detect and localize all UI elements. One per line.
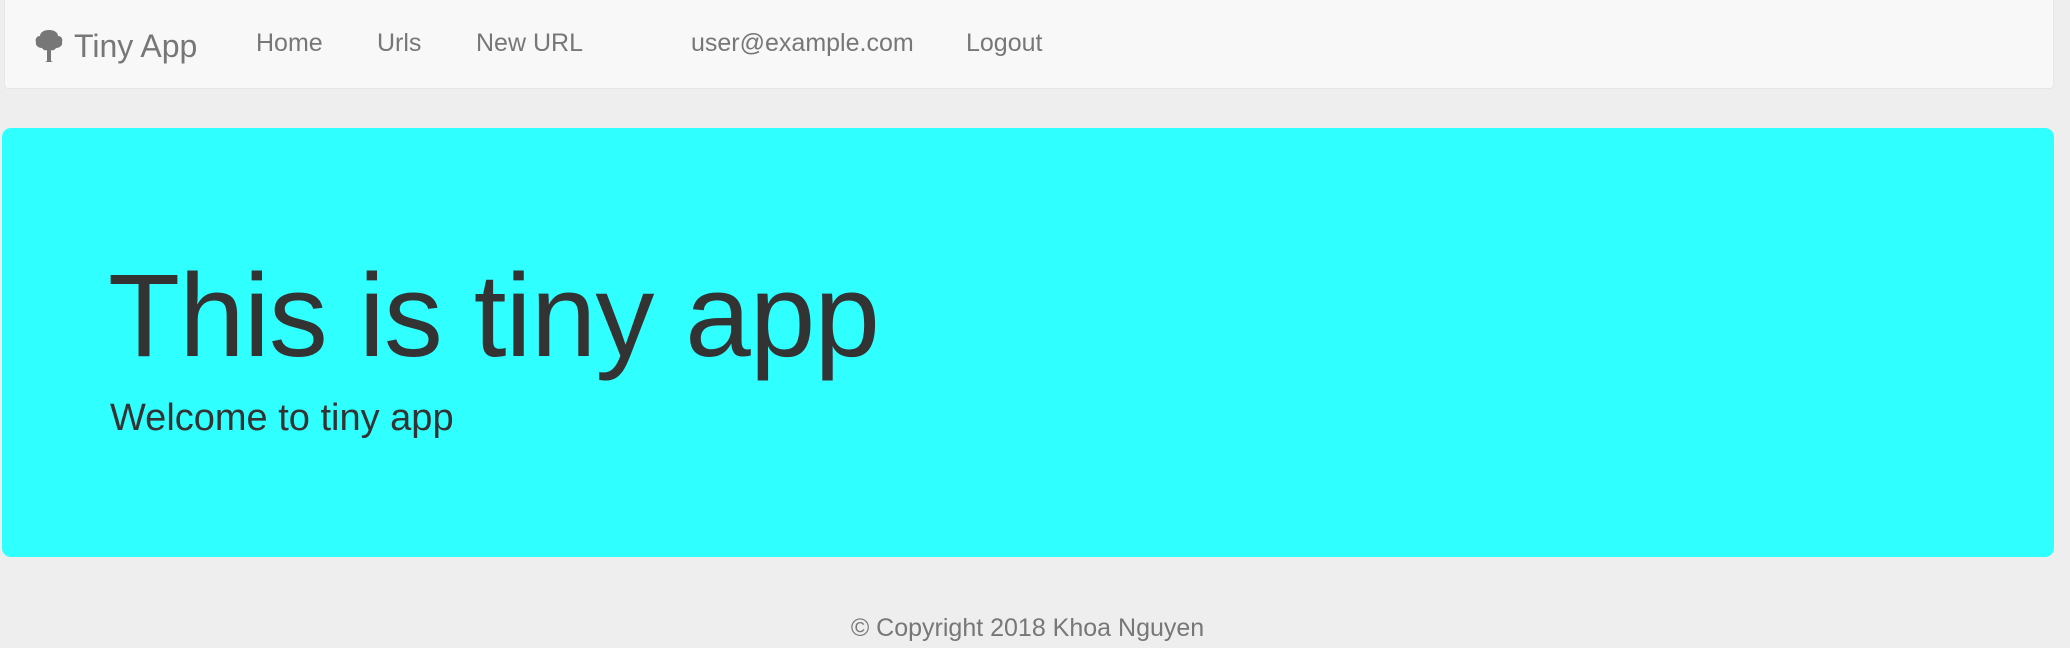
nav-link-urls[interactable]: Urls (377, 25, 421, 61)
logout-link[interactable]: Logout (966, 25, 1042, 61)
nav-link-home[interactable]: Home (256, 25, 323, 61)
copyright-text: © Copyright 2018 Khoa Nguyen (850, 614, 1205, 642)
jumbotron: This is tiny app Welcome to tiny app (2, 128, 2054, 557)
page-subtitle: Welcome to tiny app (110, 397, 454, 439)
footer: © Copyright 2018 Khoa Nguyen (0, 610, 2055, 646)
nav-link-new-url[interactable]: New URL (476, 25, 583, 61)
brand-link[interactable]: Tiny App (34, 24, 197, 68)
tree-icon (34, 28, 64, 64)
page-title: This is tiny app (108, 250, 880, 382)
user-email-link[interactable]: user@example.com (691, 25, 914, 61)
navbar: Tiny App Home Urls New URL user@example.… (4, 0, 2054, 89)
brand-label: Tiny App (74, 28, 198, 64)
